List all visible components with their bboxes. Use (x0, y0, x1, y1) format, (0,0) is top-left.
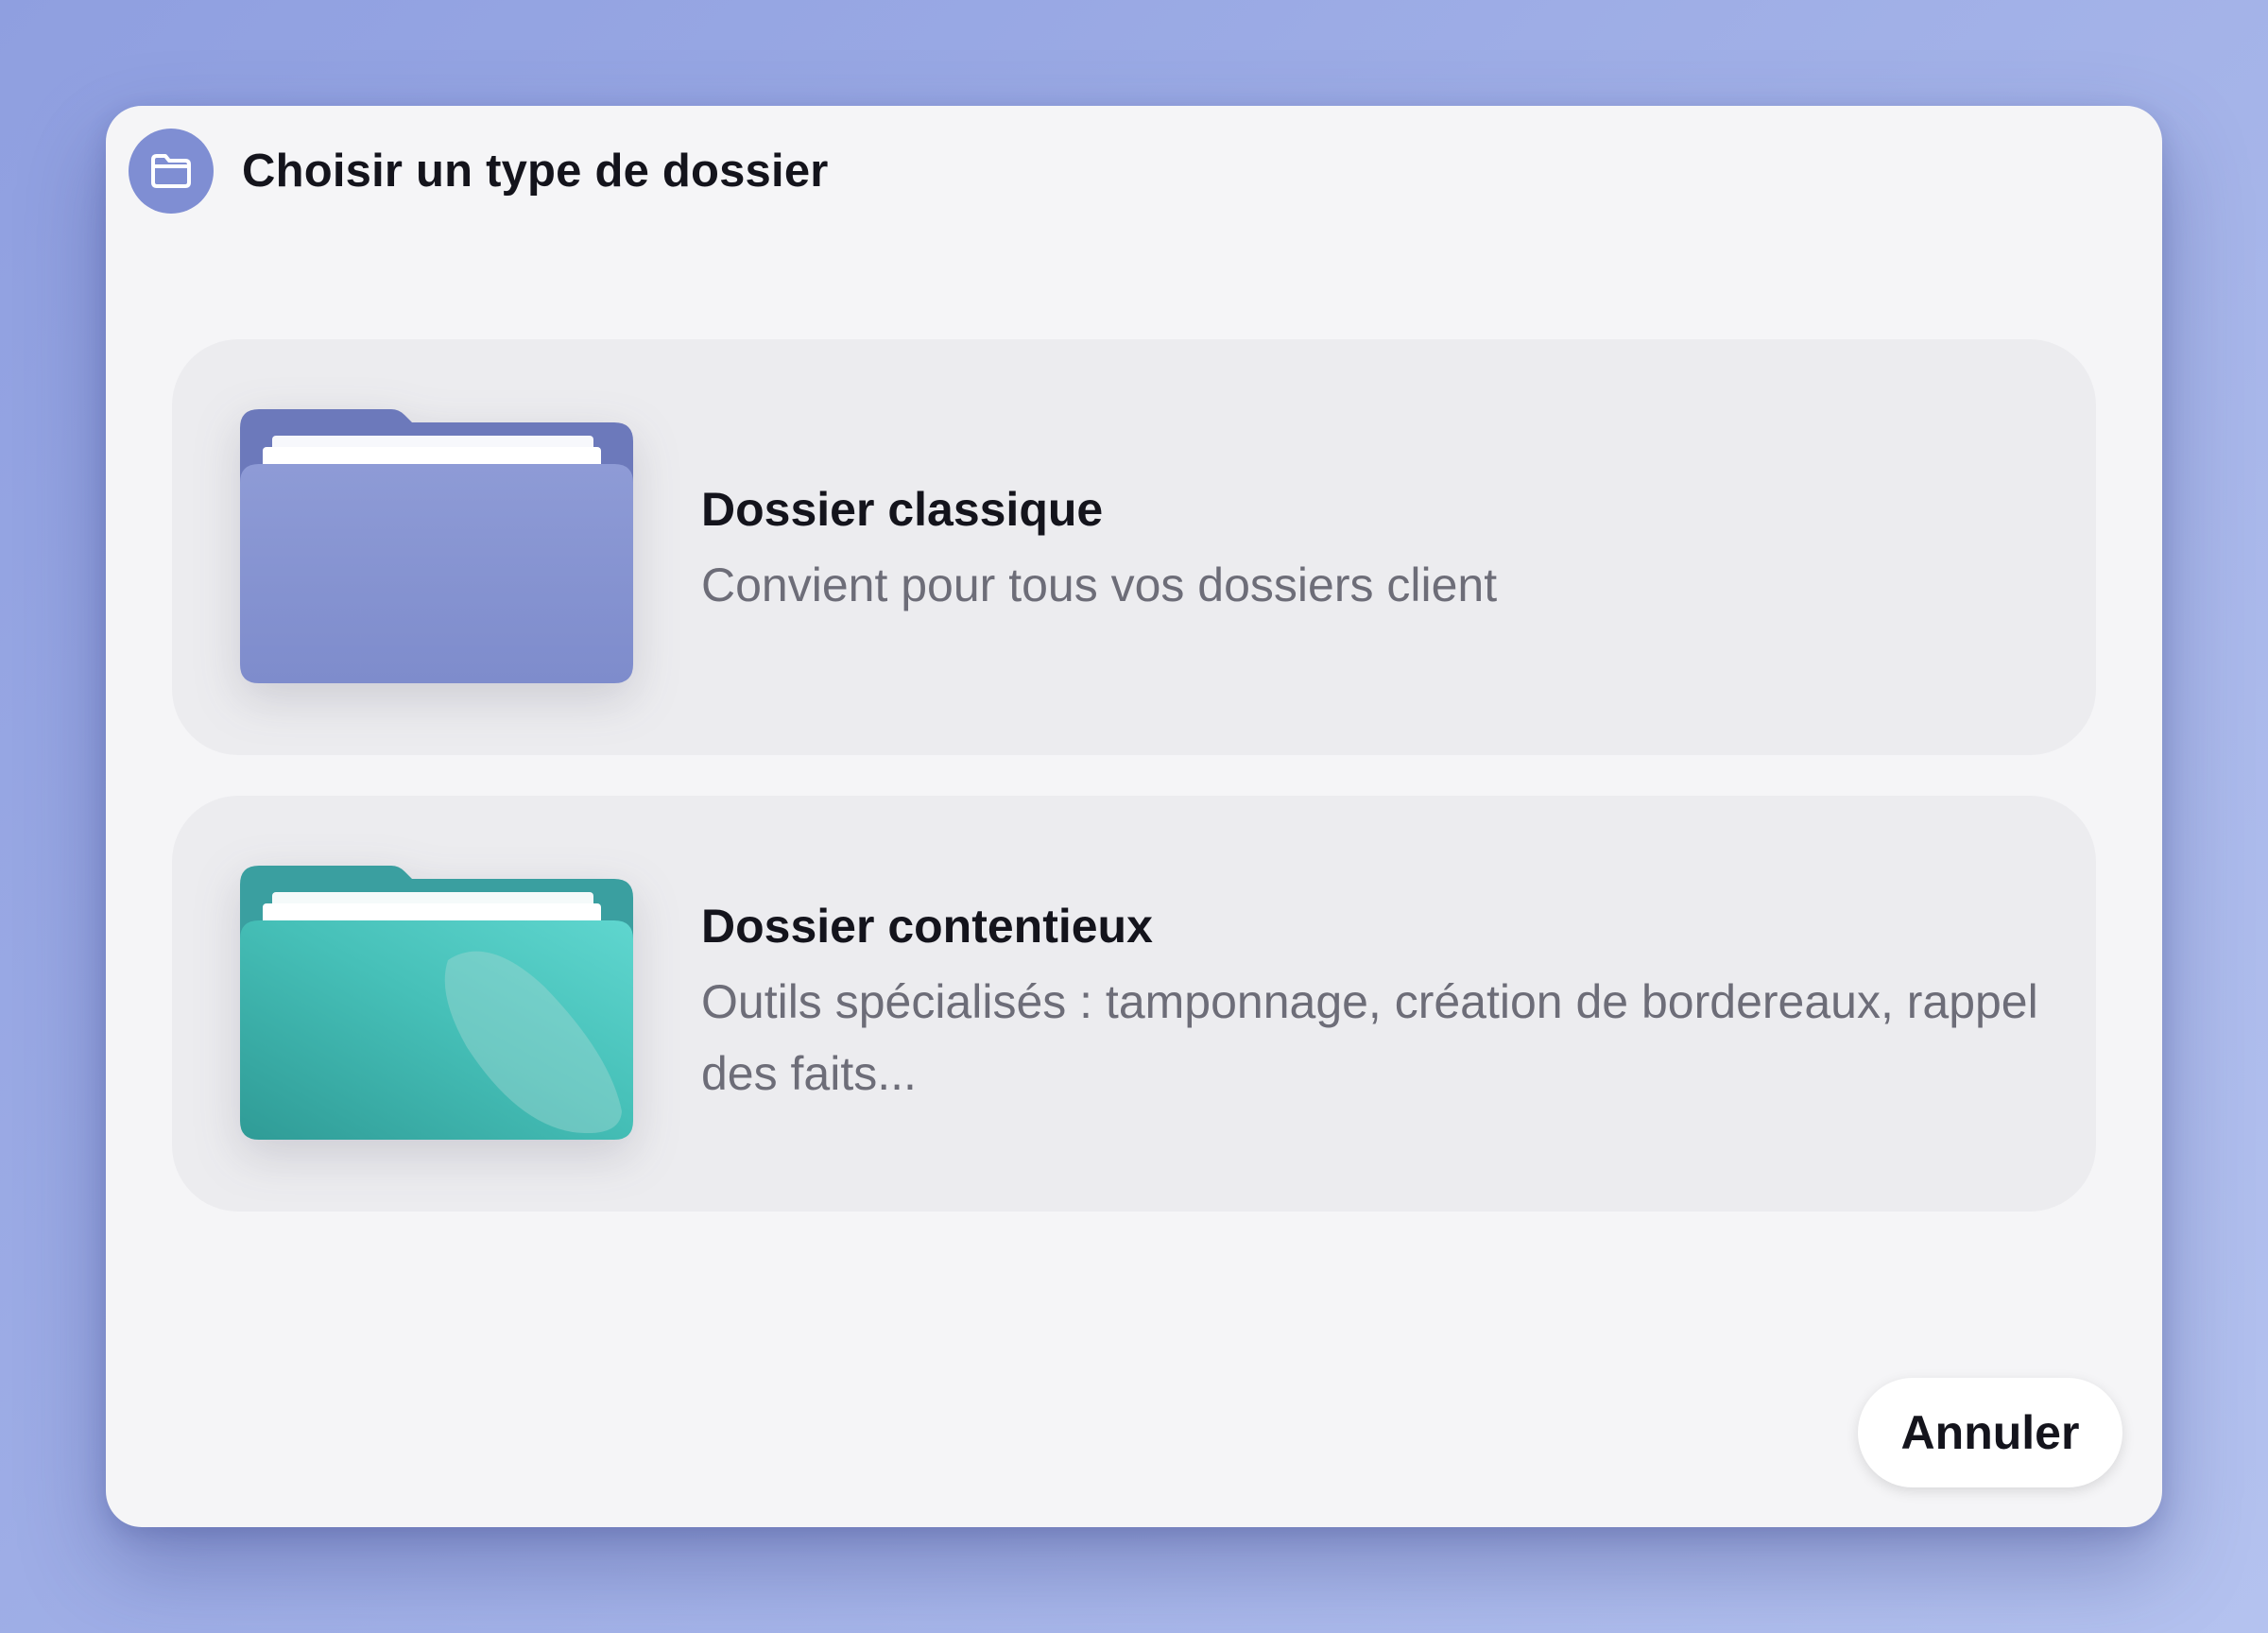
folder-icon (129, 129, 214, 214)
cancel-button[interactable]: Annuler (1858, 1378, 2122, 1487)
folder-classic-icon (240, 409, 633, 683)
option-title: Dossier contentieux (701, 900, 1153, 953)
option-description: Convient pour tous vos dossiers client (701, 559, 1498, 611)
dialog-title: Choisir un type de dossier (242, 146, 829, 197)
option-title: Dossier classique (701, 483, 1104, 536)
option-classic-folder[interactable]: Dossier classique Convient pour tous vos… (172, 339, 2096, 755)
option-litigation-folder[interactable]: Dossier contentieux Outils spécialisés :… (172, 796, 2096, 1212)
dialog-header: Choisir un type de dossier (129, 129, 829, 214)
folder-type-dialog: Choisir un type de dossier Dossier class… (106, 106, 2162, 1527)
option-text: Dossier contentieux Outils spécialisés :… (701, 898, 2039, 1109)
option-description: Outils spécialisés : tamponnage, créatio… (701, 975, 2038, 1100)
folder-litigation-icon (240, 866, 633, 1140)
option-text: Dossier classique Convient pour tous vos… (701, 481, 2039, 621)
